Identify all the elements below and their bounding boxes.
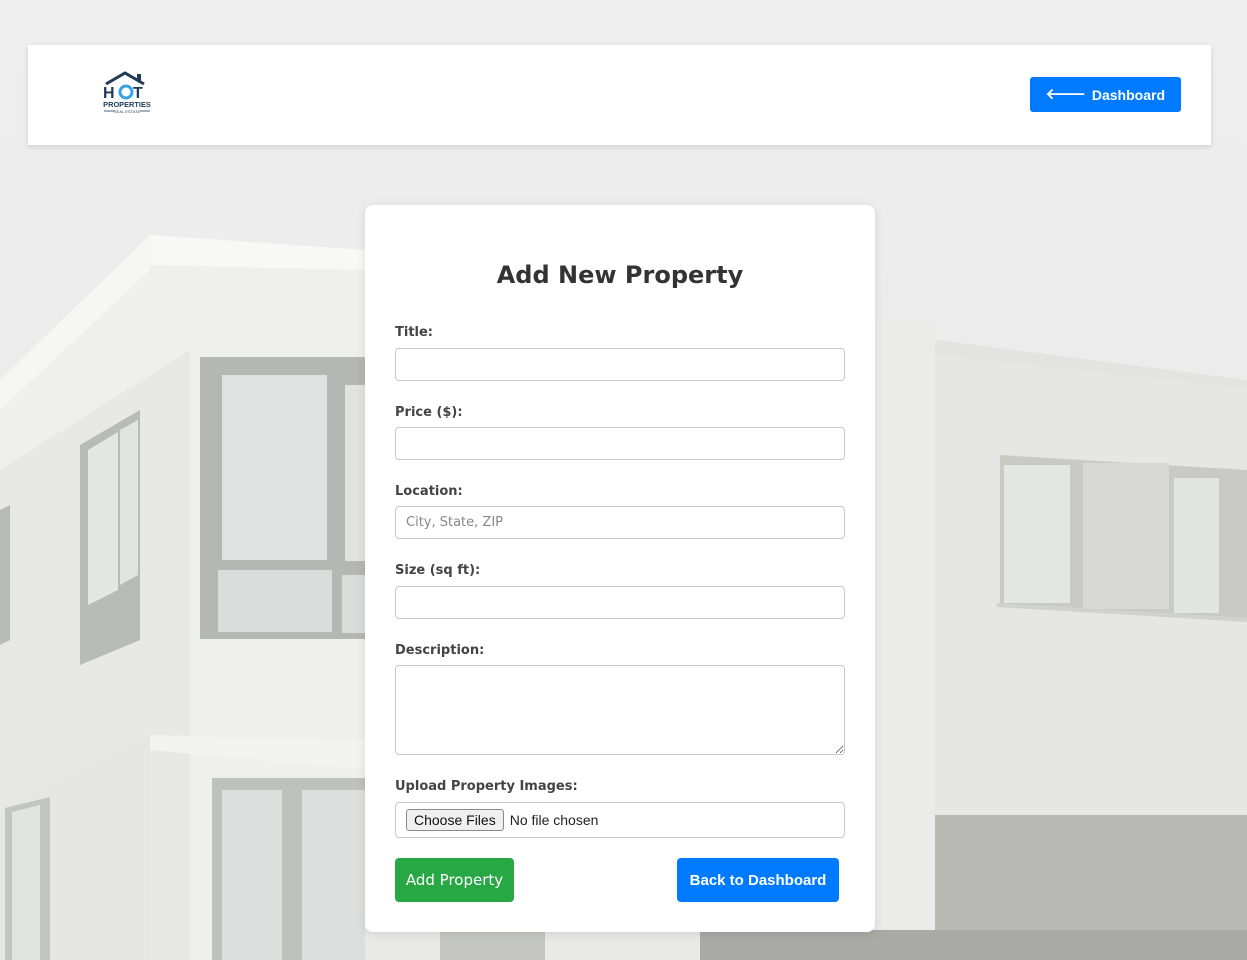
arrow-left-icon: 🡐 xyxy=(1045,86,1086,103)
description-textarea[interactable] xyxy=(395,665,845,755)
images-label: Upload Property Images: xyxy=(395,779,578,794)
title-label: Title: xyxy=(395,325,434,340)
image-upload-field[interactable]: Choose Files No file chosen xyxy=(395,802,845,838)
hot-properties-logo[interactable]: H T PROPERTIES REAL ESTATE xyxy=(100,71,154,119)
price-input[interactable] xyxy=(395,427,845,460)
choose-files-button[interactable]: Choose Files xyxy=(406,809,504,831)
size-input[interactable] xyxy=(395,586,845,619)
add-property-form-card: Add New Property Title: Price ($): Locat… xyxy=(365,205,875,932)
file-status-text: No file chosen xyxy=(509,812,599,828)
location-label: Location: xyxy=(395,484,463,499)
add-property-button[interactable]: Add Property xyxy=(395,858,514,902)
dashboard-button-label: Dashboard xyxy=(1091,86,1165,103)
top-navbar: H T PROPERTIES REAL ESTATE 🡐 Dashboard xyxy=(28,45,1211,145)
description-label: Description: xyxy=(395,643,485,658)
house-logo-icon: H T PROPERTIES REAL ESTATE xyxy=(103,71,151,114)
svg-text:PROPERTIES: PROPERTIES xyxy=(103,100,151,109)
size-label: Size (sq ft): xyxy=(395,563,481,578)
title-input[interactable] xyxy=(395,348,845,381)
form-heading: Add New Property xyxy=(496,261,744,289)
back-to-dashboard-button[interactable]: Back to Dashboard xyxy=(677,858,839,902)
location-input[interactable] xyxy=(395,506,845,539)
svg-text:REAL ESTATE: REAL ESTATE xyxy=(114,109,141,114)
dashboard-button[interactable]: 🡐 Dashboard xyxy=(1029,77,1181,112)
price-label: Price ($): xyxy=(395,405,463,420)
